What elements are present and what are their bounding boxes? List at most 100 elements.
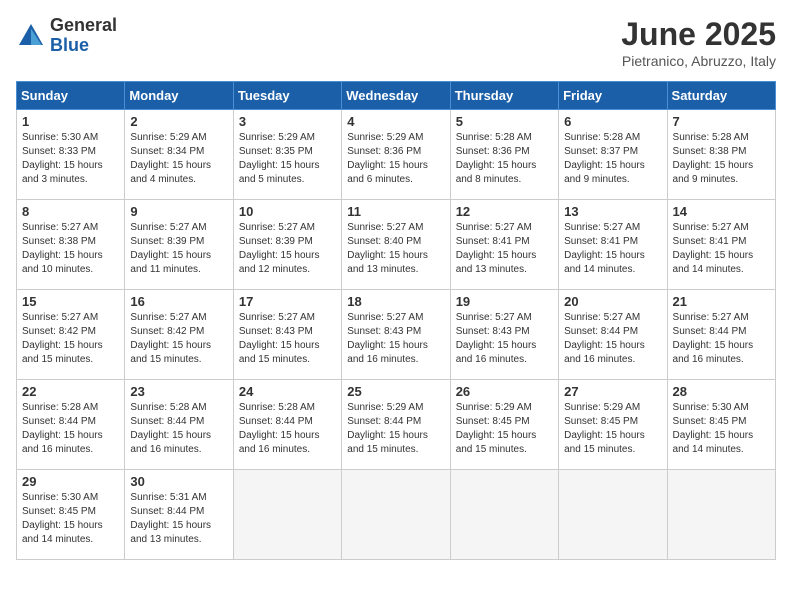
calendar-header-row: Sunday Monday Tuesday Wednesday Thursday…	[17, 82, 776, 110]
cell-content: Sunrise: 5:29 AMSunset: 8:34 PMDaylight:…	[130, 132, 211, 185]
logo-general: General	[50, 15, 117, 35]
col-thursday: Thursday	[450, 82, 558, 110]
col-saturday: Saturday	[667, 82, 775, 110]
table-row: 12 Sunrise: 5:27 AMSunset: 8:41 PMDayligh…	[450, 200, 558, 290]
calendar-row: 22 Sunrise: 5:28 AMSunset: 8:44 PMDayligh…	[17, 380, 776, 470]
table-row: 14 Sunrise: 5:27 AMSunset: 8:41 PMDayligh…	[667, 200, 775, 290]
table-row: 16Sunrise: 5:27 AMSunset: 8:42 PMDayligh…	[125, 290, 233, 380]
table-row: 27 Sunrise: 5:29 AMSunset: 8:45 PMDayligh…	[559, 380, 667, 470]
cell-content: Sunrise: 5:27 AMSunset: 8:39 PMDaylight:…	[130, 222, 211, 275]
day-number: 4	[347, 114, 444, 129]
cell-content: Sunrise: 5:29 AMSunset: 8:45 PMDaylight:…	[564, 402, 645, 455]
cell-content: Sunrise: 5:28 AMSunset: 8:44 PMDaylight:…	[239, 402, 320, 455]
table-row: 22 Sunrise: 5:28 AMSunset: 8:44 PMDayligh…	[17, 380, 125, 470]
cell-content: Sunrise: 5:27 AMSunset: 8:40 PMDaylight:…	[347, 222, 428, 275]
day-number: 19	[456, 294, 553, 309]
day-number: 12	[456, 204, 553, 219]
day-number: 5	[456, 114, 553, 129]
table-row: 29 Sunrise: 5:30 AMSunset: 8:45 PMDayligh…	[17, 470, 125, 560]
cell-content: Sunrise: 5:30 AMSunset: 8:45 PMDaylight:…	[673, 402, 754, 455]
cell-content: Sunrise: 5:27 AMSunset: 8:44 PMDaylight:…	[673, 312, 754, 365]
day-number: 27	[564, 384, 661, 399]
cell-content: Sunrise: 5:27 AMSunset: 8:44 PMDaylight:…	[564, 312, 645, 365]
cell-content: Sunrise: 5:27 AMSunset: 8:41 PMDaylight:…	[673, 222, 754, 275]
cell-content: Sunrise: 5:28 AMSunset: 8:44 PMDaylight:…	[22, 402, 103, 455]
table-row	[450, 470, 558, 560]
table-row: 8Sunrise: 5:27 AMSunset: 8:38 PMDaylight…	[17, 200, 125, 290]
table-row: 6Sunrise: 5:28 AMSunset: 8:37 PMDaylight…	[559, 110, 667, 200]
day-number: 24	[239, 384, 336, 399]
day-number: 25	[347, 384, 444, 399]
day-number: 23	[130, 384, 227, 399]
day-number: 26	[456, 384, 553, 399]
col-tuesday: Tuesday	[233, 82, 341, 110]
calendar-row: 8Sunrise: 5:27 AMSunset: 8:38 PMDaylight…	[17, 200, 776, 290]
day-number: 2	[130, 114, 227, 129]
page-header: General Blue June 2025 Pietranico, Abruz…	[16, 16, 776, 69]
day-number: 20	[564, 294, 661, 309]
cell-content: Sunrise: 5:28 AMSunset: 8:38 PMDaylight:…	[673, 132, 754, 185]
table-row	[342, 470, 450, 560]
calendar-row: 15Sunrise: 5:27 AMSunset: 8:42 PMDayligh…	[17, 290, 776, 380]
table-row: 26Sunrise: 5:29 AMSunset: 8:45 PMDayligh…	[450, 380, 558, 470]
cell-content: Sunrise: 5:27 AMSunset: 8:43 PMDaylight:…	[347, 312, 428, 365]
col-friday: Friday	[559, 82, 667, 110]
cell-content: Sunrise: 5:29 AMSunset: 8:35 PMDaylight:…	[239, 132, 320, 185]
day-number: 14	[673, 204, 770, 219]
table-row	[667, 470, 775, 560]
day-number: 7	[673, 114, 770, 129]
col-sunday: Sunday	[17, 82, 125, 110]
cell-content: Sunrise: 5:29 AMSunset: 8:44 PMDaylight:…	[347, 402, 428, 455]
cell-content: Sunrise: 5:31 AMSunset: 8:44 PMDaylight:…	[130, 492, 211, 545]
day-number: 21	[673, 294, 770, 309]
cell-content: Sunrise: 5:27 AMSunset: 8:39 PMDaylight:…	[239, 222, 320, 275]
col-wednesday: Wednesday	[342, 82, 450, 110]
cell-content: Sunrise: 5:28 AMSunset: 8:36 PMDaylight:…	[456, 132, 537, 185]
table-row: 5 Sunrise: 5:28 AMSunset: 8:36 PMDaylight…	[450, 110, 558, 200]
day-number: 9	[130, 204, 227, 219]
col-monday: Monday	[125, 82, 233, 110]
cell-content: Sunrise: 5:28 AMSunset: 8:44 PMDaylight:…	[130, 402, 211, 455]
table-row: 23 Sunrise: 5:28 AMSunset: 8:44 PMDayligh…	[125, 380, 233, 470]
cell-content: Sunrise: 5:27 AMSunset: 8:38 PMDaylight:…	[22, 222, 103, 275]
table-row: 19 Sunrise: 5:27 AMSunset: 8:43 PMDayligh…	[450, 290, 558, 380]
day-number: 28	[673, 384, 770, 399]
day-number: 17	[239, 294, 336, 309]
table-row: 1Sunrise: 5:30 AMSunset: 8:33 PMDaylight…	[17, 110, 125, 200]
table-row: 30Sunrise: 5:31 AMSunset: 8:44 PMDayligh…	[125, 470, 233, 560]
table-row: 9 Sunrise: 5:27 AMSunset: 8:39 PMDaylight…	[125, 200, 233, 290]
day-number: 29	[22, 474, 119, 489]
day-number: 22	[22, 384, 119, 399]
table-row: 25 Sunrise: 5:29 AMSunset: 8:44 PMDayligh…	[342, 380, 450, 470]
day-number: 10	[239, 204, 336, 219]
calendar-table: Sunday Monday Tuesday Wednesday Thursday…	[16, 81, 776, 560]
table-row: 10 Sunrise: 5:27 AMSunset: 8:39 PMDayligh…	[233, 200, 341, 290]
title-block: June 2025 Pietranico, Abruzzo, Italy	[621, 16, 776, 69]
table-row	[233, 470, 341, 560]
table-row: 3Sunrise: 5:29 AMSunset: 8:35 PMDaylight…	[233, 110, 341, 200]
cell-content: Sunrise: 5:27 AMSunset: 8:43 PMDaylight:…	[239, 312, 320, 365]
day-number: 11	[347, 204, 444, 219]
day-number: 16	[130, 294, 227, 309]
calendar-row: 29 Sunrise: 5:30 AMSunset: 8:45 PMDayligh…	[17, 470, 776, 560]
day-number: 13	[564, 204, 661, 219]
calendar-row: 1Sunrise: 5:30 AMSunset: 8:33 PMDaylight…	[17, 110, 776, 200]
day-number: 18	[347, 294, 444, 309]
table-row: 28 Sunrise: 5:30 AMSunset: 8:45 PMDayligh…	[667, 380, 775, 470]
cell-content: Sunrise: 5:29 AMSunset: 8:36 PMDaylight:…	[347, 132, 428, 185]
cell-content: Sunrise: 5:27 AMSunset: 8:41 PMDaylight:…	[456, 222, 537, 275]
table-row: 11 Sunrise: 5:27 AMSunset: 8:40 PMDayligh…	[342, 200, 450, 290]
table-row	[559, 470, 667, 560]
cell-content: Sunrise: 5:30 AMSunset: 8:45 PMDaylight:…	[22, 492, 103, 545]
day-number: 1	[22, 114, 119, 129]
table-row: 15Sunrise: 5:27 AMSunset: 8:42 PMDayligh…	[17, 290, 125, 380]
table-row: 17 Sunrise: 5:27 AMSunset: 8:43 PMDayligh…	[233, 290, 341, 380]
logo: General Blue	[16, 16, 117, 56]
cell-content: Sunrise: 5:27 AMSunset: 8:43 PMDaylight:…	[456, 312, 537, 365]
logo-text: General Blue	[50, 16, 117, 56]
month-title: June 2025	[621, 16, 776, 53]
logo-icon	[16, 21, 46, 51]
cell-content: Sunrise: 5:27 AMSunset: 8:42 PMDaylight:…	[22, 312, 103, 365]
table-row: 4 Sunrise: 5:29 AMSunset: 8:36 PMDaylight…	[342, 110, 450, 200]
cell-content: Sunrise: 5:28 AMSunset: 8:37 PMDaylight:…	[564, 132, 645, 185]
